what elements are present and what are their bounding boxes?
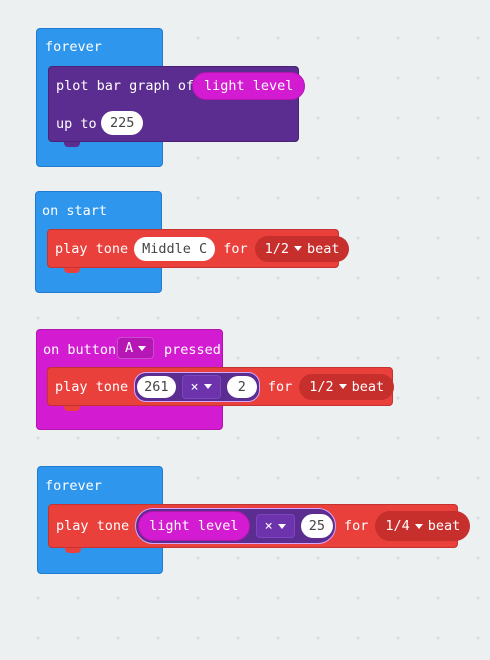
pressed-label: pressed: [164, 342, 221, 358]
operator-value: ×: [190, 378, 199, 395]
beat-label: beat: [306, 240, 340, 257]
connector-notch: [64, 406, 80, 411]
beat-dropdown[interactable]: 1/2 beat: [254, 235, 350, 262]
chevron-down-icon: [138, 345, 147, 351]
chevron-down-icon: [414, 523, 423, 529]
connector-notch: [64, 142, 80, 147]
button-value: A: [125, 340, 134, 356]
play-tone-label: play tone: [55, 378, 129, 395]
chevron-down-icon: [338, 384, 347, 389]
operator-dropdown[interactable]: ×: [181, 374, 221, 399]
operator-value: ×: [264, 518, 273, 534]
beat-dropdown[interactable]: 1/4 beat: [375, 511, 471, 541]
for-label: for: [223, 240, 248, 257]
for-label: for: [343, 518, 369, 534]
on-button-label: on button: [43, 342, 117, 358]
note-input[interactable]: Middle C: [134, 236, 216, 261]
right-operand-input[interactable]: 25: [300, 514, 333, 538]
light-level-reporter[interactable]: light level: [138, 511, 250, 541]
button-dropdown[interactable]: A: [117, 337, 155, 359]
beat-label: beat: [427, 518, 461, 534]
operator-dropdown[interactable]: ×: [255, 514, 295, 538]
multiply-expression[interactable]: 261 × 2: [134, 371, 260, 402]
chevron-down-icon: [203, 384, 212, 389]
connector-notch: [64, 268, 80, 273]
up-to-value-input[interactable]: 225: [101, 111, 144, 135]
forever-label: forever: [45, 39, 102, 55]
plot-bar-graph-label: plot bar graph of: [56, 78, 195, 94]
connector-notch: [65, 548, 81, 553]
play-tone-label: play tone: [55, 240, 129, 257]
beat-dropdown[interactable]: 1/2 beat: [299, 373, 395, 400]
beat-value: 1/2: [264, 240, 289, 257]
for-label: for: [267, 378, 293, 395]
light-level-reporter[interactable]: light level: [192, 72, 306, 100]
chevron-down-icon: [277, 523, 286, 529]
forever-label: forever: [45, 478, 102, 494]
plot-bar-graph-block[interactable]: plot bar graph of light level up to 225: [48, 66, 306, 142]
on-start-label: on start: [42, 203, 108, 219]
chevron-down-icon: [293, 246, 302, 251]
beat-value: 1/4: [385, 518, 410, 534]
beat-value: 1/2: [309, 378, 334, 395]
up-to-label: up to: [56, 116, 97, 132]
play-tone-block-1[interactable]: play tone Middle C for 1/2 beat: [47, 229, 350, 268]
left-operand-input[interactable]: 261: [137, 375, 176, 398]
play-tone-label: play tone: [56, 518, 130, 534]
play-tone-block-2[interactable]: play tone 261 × 2 for 1/2 beat: [47, 367, 395, 406]
play-tone-block-3[interactable]: play tone light level × 25 for 1/4 beat: [48, 504, 471, 548]
multiply-expression[interactable]: light level × 25: [135, 508, 336, 544]
right-operand-input[interactable]: 2: [226, 375, 257, 398]
beat-label: beat: [351, 378, 385, 395]
